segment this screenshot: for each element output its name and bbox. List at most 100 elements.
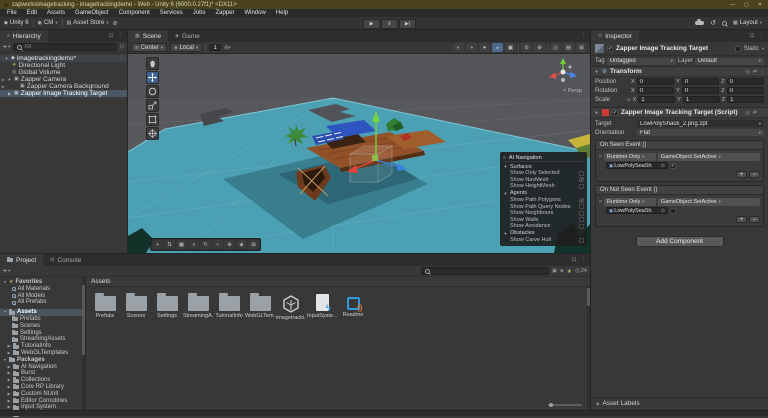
account-dropdown[interactable]: ◉ CM▾ (38, 20, 58, 26)
ai-nav-item[interactable]: Show Only Selected (503, 170, 584, 177)
add-event-button[interactable]: + (736, 216, 747, 223)
event-target-object-field[interactable]: ▣ LowPolySeaSh ⊙ (606, 162, 668, 169)
grid-snap-value[interactable]: 1 (209, 44, 221, 51)
overlay-tool-icon[interactable]: ○ (212, 240, 223, 249)
asset-item-tutorialinfo[interactable]: TutorialInfo (214, 294, 244, 321)
asset-item-readme[interactable]: {} Readme (338, 294, 368, 321)
pivot-dropdown[interactable]: ⊞ Center▾ (131, 43, 167, 52)
checkbox[interactable] (579, 211, 584, 216)
menu-window[interactable]: Window (239, 9, 270, 17)
tree-all-materials[interactable]: All Materials (0, 286, 85, 293)
lock-icon[interactable]: ⊡ (109, 33, 114, 39)
tree-pkg-ai-navigation[interactable]: ▶AI Navigation (0, 364, 85, 371)
overlay-tool-icon[interactable]: ⇅ (164, 240, 175, 249)
asset-labels-bar[interactable]: ◆ Asset Labels (591, 397, 768, 409)
maximize-button[interactable]: ▢ (744, 2, 749, 8)
script-component-header[interactable]: ▼ ✓ Zapper Image Tracking Target (Script… (591, 107, 768, 118)
tree-pkg-collections[interactable]: ▶Collections (0, 377, 85, 384)
kebab-menu-icon[interactable]: ⋮ (118, 33, 124, 39)
more-options-icon[interactable]: ⇄ (753, 110, 757, 116)
kebab-menu-icon[interactable]: ⋮ (759, 33, 765, 39)
tree-assets-root[interactable]: ▼Assets (0, 309, 85, 316)
script-enabled-checkbox[interactable]: ✓ (612, 110, 618, 116)
hierarchy-add-button[interactable]: +▾ (3, 44, 10, 51)
lock-icon[interactable]: ⊡ (750, 33, 755, 39)
event-function-dropdown[interactable]: GameObject.SetActive▾ (658, 153, 760, 161)
search-icon[interactable] (722, 21, 727, 26)
project-search[interactable] (421, 267, 549, 275)
pause-button[interactable]: Ⅱ (381, 19, 398, 29)
tree-pkg-editor-coroutines[interactable]: ▶Editor Coroutines (0, 398, 85, 405)
overlay-tool-icon[interactable]: ▦ (176, 240, 187, 249)
scene-filter-icon[interactable]: ⊡ (120, 44, 124, 50)
setactive-value-checkbox[interactable]: ✓ (670, 163, 676, 169)
tree-folder-settings[interactable]: Settings (0, 330, 85, 337)
tab-project[interactable]: Project (0, 254, 43, 266)
step-button[interactable]: ▶| (399, 19, 416, 29)
search-overlay-icon[interactable]: ▤ (563, 43, 574, 52)
menu-services[interactable]: Services (155, 9, 188, 17)
menu-gameobject[interactable]: GameObject (70, 9, 114, 17)
tree-favorites[interactable]: ▼★Favorites (0, 279, 85, 286)
kebab-menu-icon[interactable]: ⋮ (119, 55, 127, 62)
visibility-icon[interactable]: ◉ (1, 83, 5, 90)
ai-nav-item[interactable]: Show NavMesh✓ (503, 177, 584, 184)
snap-grid-icon[interactable]: ⊞▾ (224, 45, 230, 51)
target-dropdown[interactable]: LowPolyShack_2.png.zpt▾ (637, 120, 764, 127)
ai-nav-section-agents[interactable]: ▼Agents (503, 190, 584, 197)
asset-item-scenes[interactable]: Scenes (121, 294, 151, 321)
menu-edit[interactable]: Edit (22, 9, 42, 17)
overlay-tool-ic[interactable]: ◑ (188, 240, 199, 249)
hierarchy-search[interactable] (13, 43, 116, 51)
rotate-tool-icon[interactable] (146, 85, 159, 98)
asset-item-streamingassets[interactable]: StreamingA... (183, 294, 213, 321)
hierarchy-search-input[interactable] (24, 44, 112, 50)
transform-tool-icon[interactable] (146, 127, 159, 140)
active-checkbox[interactable]: ✓ (607, 46, 613, 52)
close-button[interactable]: ✕ (758, 2, 762, 8)
perspective-label[interactable]: < Persp (563, 88, 582, 94)
checkbox[interactable]: ✓ (579, 198, 584, 203)
position-x-field[interactable]: 0 (637, 78, 674, 85)
menu-assets[interactable]: Assets (42, 9, 70, 17)
asset-item-webgltemplates[interactable]: WebGLTem... (245, 294, 275, 321)
overlay-tool-icon[interactable]: ↻ (200, 240, 211, 249)
project-add-button[interactable]: +▾ (3, 268, 10, 275)
add-event-button[interactable]: + (736, 171, 747, 178)
gizmos-dropdown-icon[interactable]: ⊞ (576, 43, 587, 52)
menu-zapper[interactable]: Zapper (210, 9, 239, 17)
tree-folder-prefabs[interactable]: Prefabs (0, 316, 85, 323)
ai-nav-item[interactable]: Show Path Polygons✓ (503, 197, 584, 204)
visibility-icon[interactable]: ◉ (1, 76, 5, 83)
undo-history-icon[interactable]: ↺ (710, 19, 716, 27)
add-component-button[interactable]: Add Component (636, 236, 724, 247)
hierarchy-row-tracking-target[interactable]: ▶ ▣ Zapper Image Tracking Target (0, 90, 127, 97)
kebab-menu-icon[interactable]: ⋮ (581, 33, 587, 39)
ai-nav-item[interactable]: Show Avoidance (503, 223, 584, 230)
minimize-button[interactable]: — (730, 2, 735, 8)
asset-item-prefabs[interactable]: Prefabs (90, 294, 120, 321)
audio-toggle-icon[interactable]: ▣ (505, 43, 516, 52)
tree-pkg-custom-nunit[interactable]: ▶Custom NUnit (0, 391, 85, 398)
effects-toggle-icon[interactable]: ◒ (492, 43, 503, 52)
lighting-toggle-icon[interactable]: ● (479, 43, 490, 52)
event-target-object-field[interactable]: ▣ LowPolySeaSh ⊙ (606, 207, 668, 214)
gameobject-name[interactable]: Zapper Image Tracking Target (616, 45, 732, 52)
view-tool-icon[interactable] (146, 57, 159, 70)
overlay-tool-icon[interactable]: ⊞ (248, 240, 259, 249)
tab-hierarchy[interactable]: ≡ Hierarchy (0, 30, 48, 42)
drag-handle-icon[interactable]: = (599, 154, 602, 160)
overlay-tool-icon[interactable]: ⊕ (224, 240, 235, 249)
ai-nav-item[interactable]: Show Walls (503, 217, 584, 224)
space-dropdown[interactable]: ◈ Local▾ (170, 43, 202, 52)
checkbox[interactable] (579, 184, 584, 189)
checkbox[interactable] (579, 204, 584, 209)
tree-pkg-burst[interactable]: ▶Burst (0, 370, 85, 377)
scale-x-field[interactable]: 1 (638, 96, 675, 103)
tab-console[interactable]: ⊟ Console (43, 254, 88, 266)
checkbox[interactable]: ✓ (579, 177, 584, 182)
overlay-tool-icon[interactable]: ◈ (236, 240, 247, 249)
move-tool-icon[interactable] (146, 71, 159, 84)
object-picker-icon[interactable]: ⊙ (661, 163, 665, 169)
play-button[interactable]: ▶ (363, 19, 380, 29)
